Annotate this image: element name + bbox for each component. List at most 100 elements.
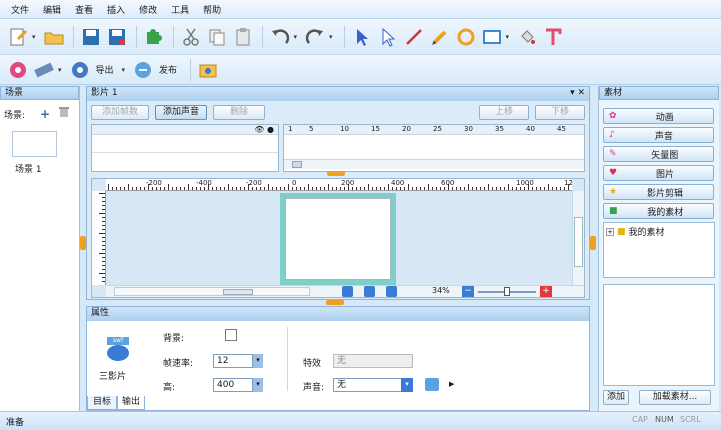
stage-vscroll-thumb[interactable] <box>574 217 583 267</box>
stage-area[interactable]: -200 -400 -200 0 200 400 600 1000 12 34% − + <box>91 178 585 298</box>
paint-bucket-icon[interactable] <box>515 25 539 49</box>
layer-row[interactable] <box>92 135 278 153</box>
open-folder-icon[interactable] <box>42 25 66 49</box>
tab-output[interactable]: 输出 <box>117 396 145 410</box>
scene-name[interactable]: 场景 1 <box>15 162 42 175</box>
menu-tools[interactable]: 工具 <box>166 3 194 16</box>
export-label[interactable]: 导出 <box>96 63 114 76</box>
ruler-tick <box>352 187 353 190</box>
asset-tree[interactable]: + ■ 我的素材 <box>603 222 715 278</box>
toolbar-separator <box>72 25 74 48</box>
stage-hscroll-thumb[interactable] <box>223 289 253 295</box>
load-asset-button[interactable]: 加载素材... <box>639 390 711 405</box>
asset-sound-button[interactable]: ♪ 声音 <box>603 127 714 143</box>
film-strip-icon[interactable] <box>32 58 56 82</box>
paste-icon[interactable] <box>231 25 255 49</box>
stage-hscrollbar[interactable] <box>114 287 310 296</box>
redo-icon[interactable] <box>303 25 327 49</box>
tab-file[interactable]: 目标 <box>87 396 117 410</box>
menu-file[interactable]: 文件 <box>6 3 34 16</box>
save-icon[interactable] <box>79 25 103 49</box>
frame-rate-spin-icon[interactable]: ▾ <box>253 354 263 368</box>
bottom-split-handle[interactable] <box>326 300 344 305</box>
timeline-split-handle[interactable] <box>327 171 345 176</box>
line-tool-icon[interactable] <box>402 25 426 49</box>
undo-icon[interactable] <box>268 25 292 49</box>
fit-view-icon[interactable] <box>364 286 375 297</box>
ruler-tick <box>212 187 213 190</box>
zoom-slider-thumb[interactable] <box>504 287 510 296</box>
effect-select[interactable]: 无 <box>333 354 413 368</box>
sound-dropdown-icon[interactable]: ▾ <box>401 378 413 392</box>
ruler-tick <box>136 187 137 190</box>
asset-vector-button[interactable]: ✎ 矢量图 <box>603 146 714 162</box>
sound-browse-icon[interactable] <box>425 378 439 391</box>
cut-icon[interactable] <box>179 25 203 49</box>
film-dropdown-icon[interactable]: ▾ <box>58 66 62 74</box>
add-scene-icon[interactable]: + <box>40 107 50 121</box>
movie-canvas[interactable] <box>285 198 391 280</box>
play-sound-icon[interactable]: ▶ <box>449 380 454 388</box>
puzzle-icon[interactable] <box>142 25 166 49</box>
menu-edit[interactable]: 编辑 <box>38 3 66 16</box>
scene-thumbnail[interactable] <box>12 131 57 157</box>
scenes-panel: 场景 场景: + 场景 1 <box>0 86 80 411</box>
timeline-hscrollbar[interactable] <box>284 159 584 169</box>
tab-controls[interactable]: ▾ ✕ <box>570 87 589 101</box>
select-arrow-icon[interactable] <box>350 25 374 49</box>
publish-label[interactable]: 发布 <box>159 63 177 76</box>
right-collapse-handle[interactable] <box>590 236 596 250</box>
export-dropdown-icon[interactable]: ▾ <box>122 66 126 74</box>
open-library-icon[interactable] <box>196 58 220 82</box>
actual-size-icon[interactable] <box>386 286 397 297</box>
delete-button[interactable]: 删除 <box>213 105 265 120</box>
zoom-in-icon[interactable]: + <box>540 286 552 297</box>
redo-dropdown-icon[interactable]: ▾ <box>329 33 333 41</box>
export-icon[interactable] <box>68 58 92 82</box>
record-icon[interactable] <box>6 58 30 82</box>
add-sound-button[interactable]: 添加声音 <box>155 105 207 120</box>
tree-item[interactable]: + ■ 我的素材 <box>604 223 714 240</box>
rectangle-tool-icon[interactable] <box>480 25 504 49</box>
pencil-icon[interactable] <box>428 25 452 49</box>
frame-rate-input[interactable]: 12 <box>213 354 253 368</box>
asset-my-assets-button[interactable]: ■ 我的素材 <box>603 203 714 219</box>
new-file-icon[interactable] <box>6 25 30 49</box>
menu-modify[interactable]: 修改 <box>134 3 162 16</box>
background-color-swatch[interactable] <box>225 329 237 341</box>
subselect-icon[interactable] <box>376 25 400 49</box>
menu-view[interactable]: 查看 <box>70 3 98 16</box>
publish-icon[interactable] <box>131 58 155 82</box>
movie-tab[interactable]: 影片 1 ▾ ✕ <box>87 87 589 101</box>
shape-dropdown-icon[interactable]: ▾ <box>506 33 510 41</box>
add-asset-button[interactable]: 添加 <box>603 390 629 405</box>
delete-scene-icon[interactable] <box>58 106 70 121</box>
menu-insert[interactable]: 插入 <box>102 3 130 16</box>
oval-tool-icon[interactable] <box>454 25 478 49</box>
asset-image-button[interactable]: ♥ 图片 <box>603 165 714 181</box>
height-input[interactable]: 400 <box>213 378 253 392</box>
layer-list[interactable]: 👁 ● <box>91 124 279 172</box>
new-dropdown-icon[interactable]: ▾ <box>32 33 36 41</box>
hand-tool-icon[interactable] <box>342 286 353 297</box>
ruler-tick <box>312 187 313 190</box>
expand-icon[interactable]: + <box>606 227 614 236</box>
height-label: 高: <box>163 383 176 393</box>
move-up-button[interactable]: 上移 <box>479 105 529 120</box>
timeline-number: 5 <box>309 125 314 133</box>
stage-vscrollbar[interactable] <box>572 191 584 285</box>
zoom-out-icon[interactable]: − <box>462 286 474 297</box>
asset-movieclip-button[interactable]: ★ 影片剪辑 <box>603 184 714 200</box>
move-down-button[interactable]: 下移 <box>535 105 585 120</box>
timeline-scroll-thumb[interactable] <box>292 161 302 168</box>
save-as-icon[interactable] <box>105 25 129 49</box>
asset-animation-button[interactable]: ✿ 动画 <box>603 108 714 124</box>
timeline-frames[interactable]: 1 5 10 15 20 25 30 35 40 45 <box>283 124 585 172</box>
ruler-tick <box>140 187 141 190</box>
add-frame-button[interactable]: 添加帧数 <box>91 105 149 120</box>
copy-icon[interactable] <box>205 25 229 49</box>
text-tool-icon[interactable] <box>541 25 565 49</box>
undo-dropdown-icon[interactable]: ▾ <box>294 33 298 41</box>
height-spin-icon[interactable]: ▾ <box>253 378 263 392</box>
menu-help[interactable]: 帮助 <box>198 3 226 16</box>
